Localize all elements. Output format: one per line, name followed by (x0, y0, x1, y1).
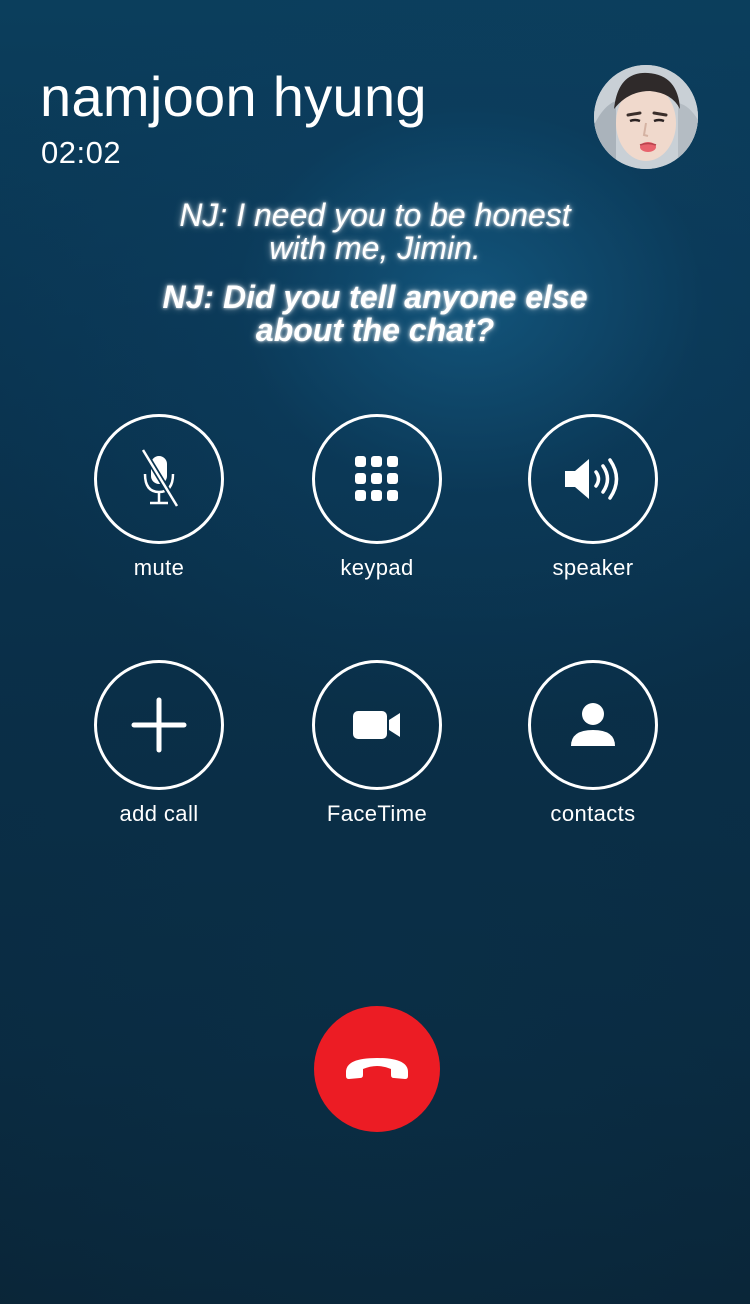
add-call-button[interactable]: add call (94, 660, 224, 828)
video-camera-icon (353, 711, 400, 739)
avatar-photo (594, 65, 698, 169)
keypad-button[interactable]: keypad (312, 414, 442, 582)
call-timer: 02:02 (41, 135, 122, 170)
caller-name: namjoon hyung (40, 65, 427, 128)
caption-2-line-a: NJ: Did you tell anyone else (162, 279, 588, 315)
speaker-button[interactable]: speaker (528, 414, 658, 582)
keypad-label: keypad (340, 555, 414, 580)
speaker-icon (565, 458, 619, 500)
mute-label: mute (133, 555, 185, 580)
add-call-label: add call (119, 801, 199, 826)
contacts-label: contacts (550, 801, 636, 826)
add-call-ring[interactable] (94, 660, 224, 790)
mute-ring[interactable] (94, 414, 224, 544)
speaker-ring[interactable] (528, 414, 658, 544)
caption-2: NJ: Did you tell anyone else about the c… (0, 281, 750, 347)
end-call-icon (346, 1058, 408, 1079)
mic-muted-icon (140, 448, 180, 508)
contacts-ring[interactable] (528, 660, 658, 790)
contacts-button[interactable]: contacts (528, 660, 658, 828)
end-call-button[interactable] (314, 1006, 440, 1132)
keypad-ring[interactable] (312, 414, 442, 544)
caption-1-line-b: with me, Jimin. (269, 230, 481, 266)
caption-1-line-a: NJ: I need you to be honest (179, 197, 571, 233)
person-icon (571, 703, 615, 746)
plus-icon (131, 697, 187, 753)
facetime-ring[interactable] (312, 660, 442, 790)
facetime-button[interactable]: FaceTime (312, 660, 442, 828)
facetime-label: FaceTime (326, 801, 428, 826)
mute-button[interactable]: mute (94, 414, 224, 582)
caption-2-line-b: about the chat? (255, 312, 495, 348)
keypad-icon (355, 456, 398, 501)
caption-1: NJ: I need you to be honest with me, Jim… (0, 199, 750, 265)
avatar (594, 65, 698, 169)
speaker-label: speaker (552, 555, 634, 580)
